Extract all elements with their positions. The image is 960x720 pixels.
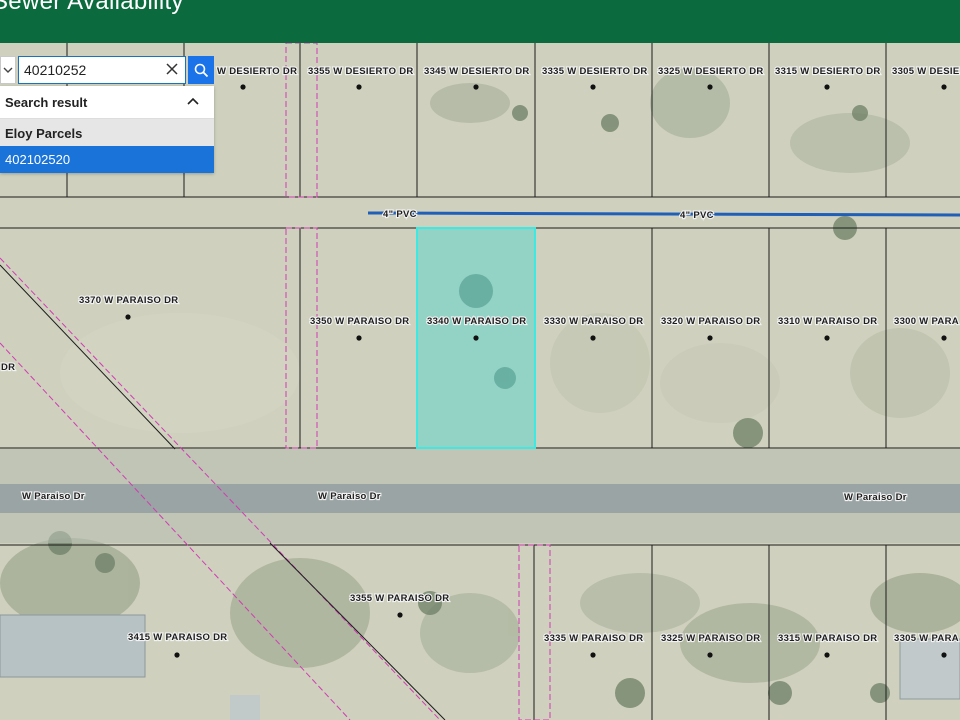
- parcel-label: 3315 W DESIERTO DR: [775, 66, 881, 77]
- clear-search-button[interactable]: [162, 60, 182, 80]
- parcel-label: 3415 W PARAISO DR: [128, 632, 227, 643]
- parcel-label: 3325 W DESIERTO DR: [658, 66, 764, 77]
- parcel-centroid: [356, 84, 362, 90]
- search-results-panel: Search result Eloy Parcels 402102520: [0, 86, 214, 173]
- parcel-label: 3335 W PARAISO DR: [544, 633, 643, 644]
- pipe-label: 4" PVC: [383, 209, 417, 220]
- result-item-label: 402102520: [5, 152, 71, 167]
- parcel-label: 3330 W PARAISO DR: [544, 316, 643, 327]
- parcel-centroid: [707, 84, 713, 90]
- parcel-centroid: [590, 335, 596, 341]
- parcel-label: 3310 W PARAISO DR: [778, 316, 877, 327]
- parcel-centroid: [941, 652, 947, 658]
- parcel-label: 3315 W PARAISO DR: [778, 633, 877, 644]
- parcel-label: 3355 W DESIERTO DR: [308, 66, 414, 77]
- parcel-centroid: [473, 84, 479, 90]
- result-group-header: Eloy Parcels: [0, 119, 214, 146]
- road-label: W Paraiso Dr: [22, 491, 85, 502]
- road-shoulder: [0, 513, 960, 543]
- chevron-up-icon: [187, 97, 199, 105]
- parcel-centroid: [707, 335, 713, 341]
- parcel-centroid: [174, 652, 180, 658]
- source-dropdown[interactable]: [0, 56, 16, 84]
- pipe-label: 4" PVC: [680, 210, 714, 221]
- parcel-label: 3355 W PARAISO DR: [350, 593, 449, 604]
- parcel-label: 3320 W PARAISO DR: [661, 316, 760, 327]
- close-icon: [166, 63, 178, 75]
- building: [899, 638, 960, 700]
- parcel-centroid: [941, 84, 947, 90]
- parcel-centroid: [240, 84, 246, 90]
- parcel-label: 3300 W PARA: [894, 316, 959, 327]
- building: [230, 695, 260, 720]
- parcel-label: 3350 W PARAISO DR: [310, 316, 409, 327]
- search-button[interactable]: [188, 56, 214, 84]
- parcel-label: 3325 W PARAISO DR: [661, 633, 760, 644]
- building: [0, 614, 146, 678]
- parcel-label: 3345 W DESIERTO DR: [424, 66, 530, 77]
- results-header: Search result: [0, 86, 214, 119]
- road-label: W Paraiso Dr: [318, 491, 381, 502]
- parcel-label: 3305 W PARA: [894, 633, 959, 644]
- result-group-label: Eloy Parcels: [5, 126, 83, 141]
- parcel-centroid: [824, 652, 830, 658]
- parcel-centroid: [707, 652, 713, 658]
- parcel-label: 3340 W PARAISO DR: [427, 316, 526, 327]
- search-icon: [194, 63, 208, 77]
- search-input[interactable]: [18, 56, 186, 84]
- app-header: Sewer Availability: [0, 0, 960, 43]
- edge-label: DR: [1, 362, 15, 373]
- parcel-label: W DESIERTO DR: [217, 66, 297, 77]
- search-bar: [0, 56, 214, 84]
- parcel-centroid: [397, 612, 403, 618]
- parcel-centroid: [590, 652, 596, 658]
- parcel-centroid: [125, 314, 131, 320]
- results-title: Search result: [5, 95, 88, 110]
- parcel-centroid: [941, 335, 947, 341]
- road-shoulder: [0, 449, 960, 484]
- parcel-centroid: [824, 335, 830, 341]
- parcel-centroid: [590, 84, 596, 90]
- parcel-label: 3305 W DESIE: [892, 66, 960, 77]
- parcel-label: 3335 W DESIERTO DR: [542, 66, 648, 77]
- parcel-centroid: [356, 335, 362, 341]
- app-title: Sewer Availability: [0, 0, 184, 15]
- road-label: W Paraiso Dr: [844, 492, 907, 503]
- chevron-down-icon: [3, 67, 13, 73]
- sewer-main-line[interactable]: [367, 211, 960, 217]
- parcel-centroid: [473, 335, 479, 341]
- result-item[interactable]: 402102520: [0, 146, 214, 173]
- parcel-label: 3370 W PARAISO DR: [79, 295, 178, 306]
- collapse-results-button[interactable]: [184, 93, 202, 111]
- parcel-centroid: [824, 84, 830, 90]
